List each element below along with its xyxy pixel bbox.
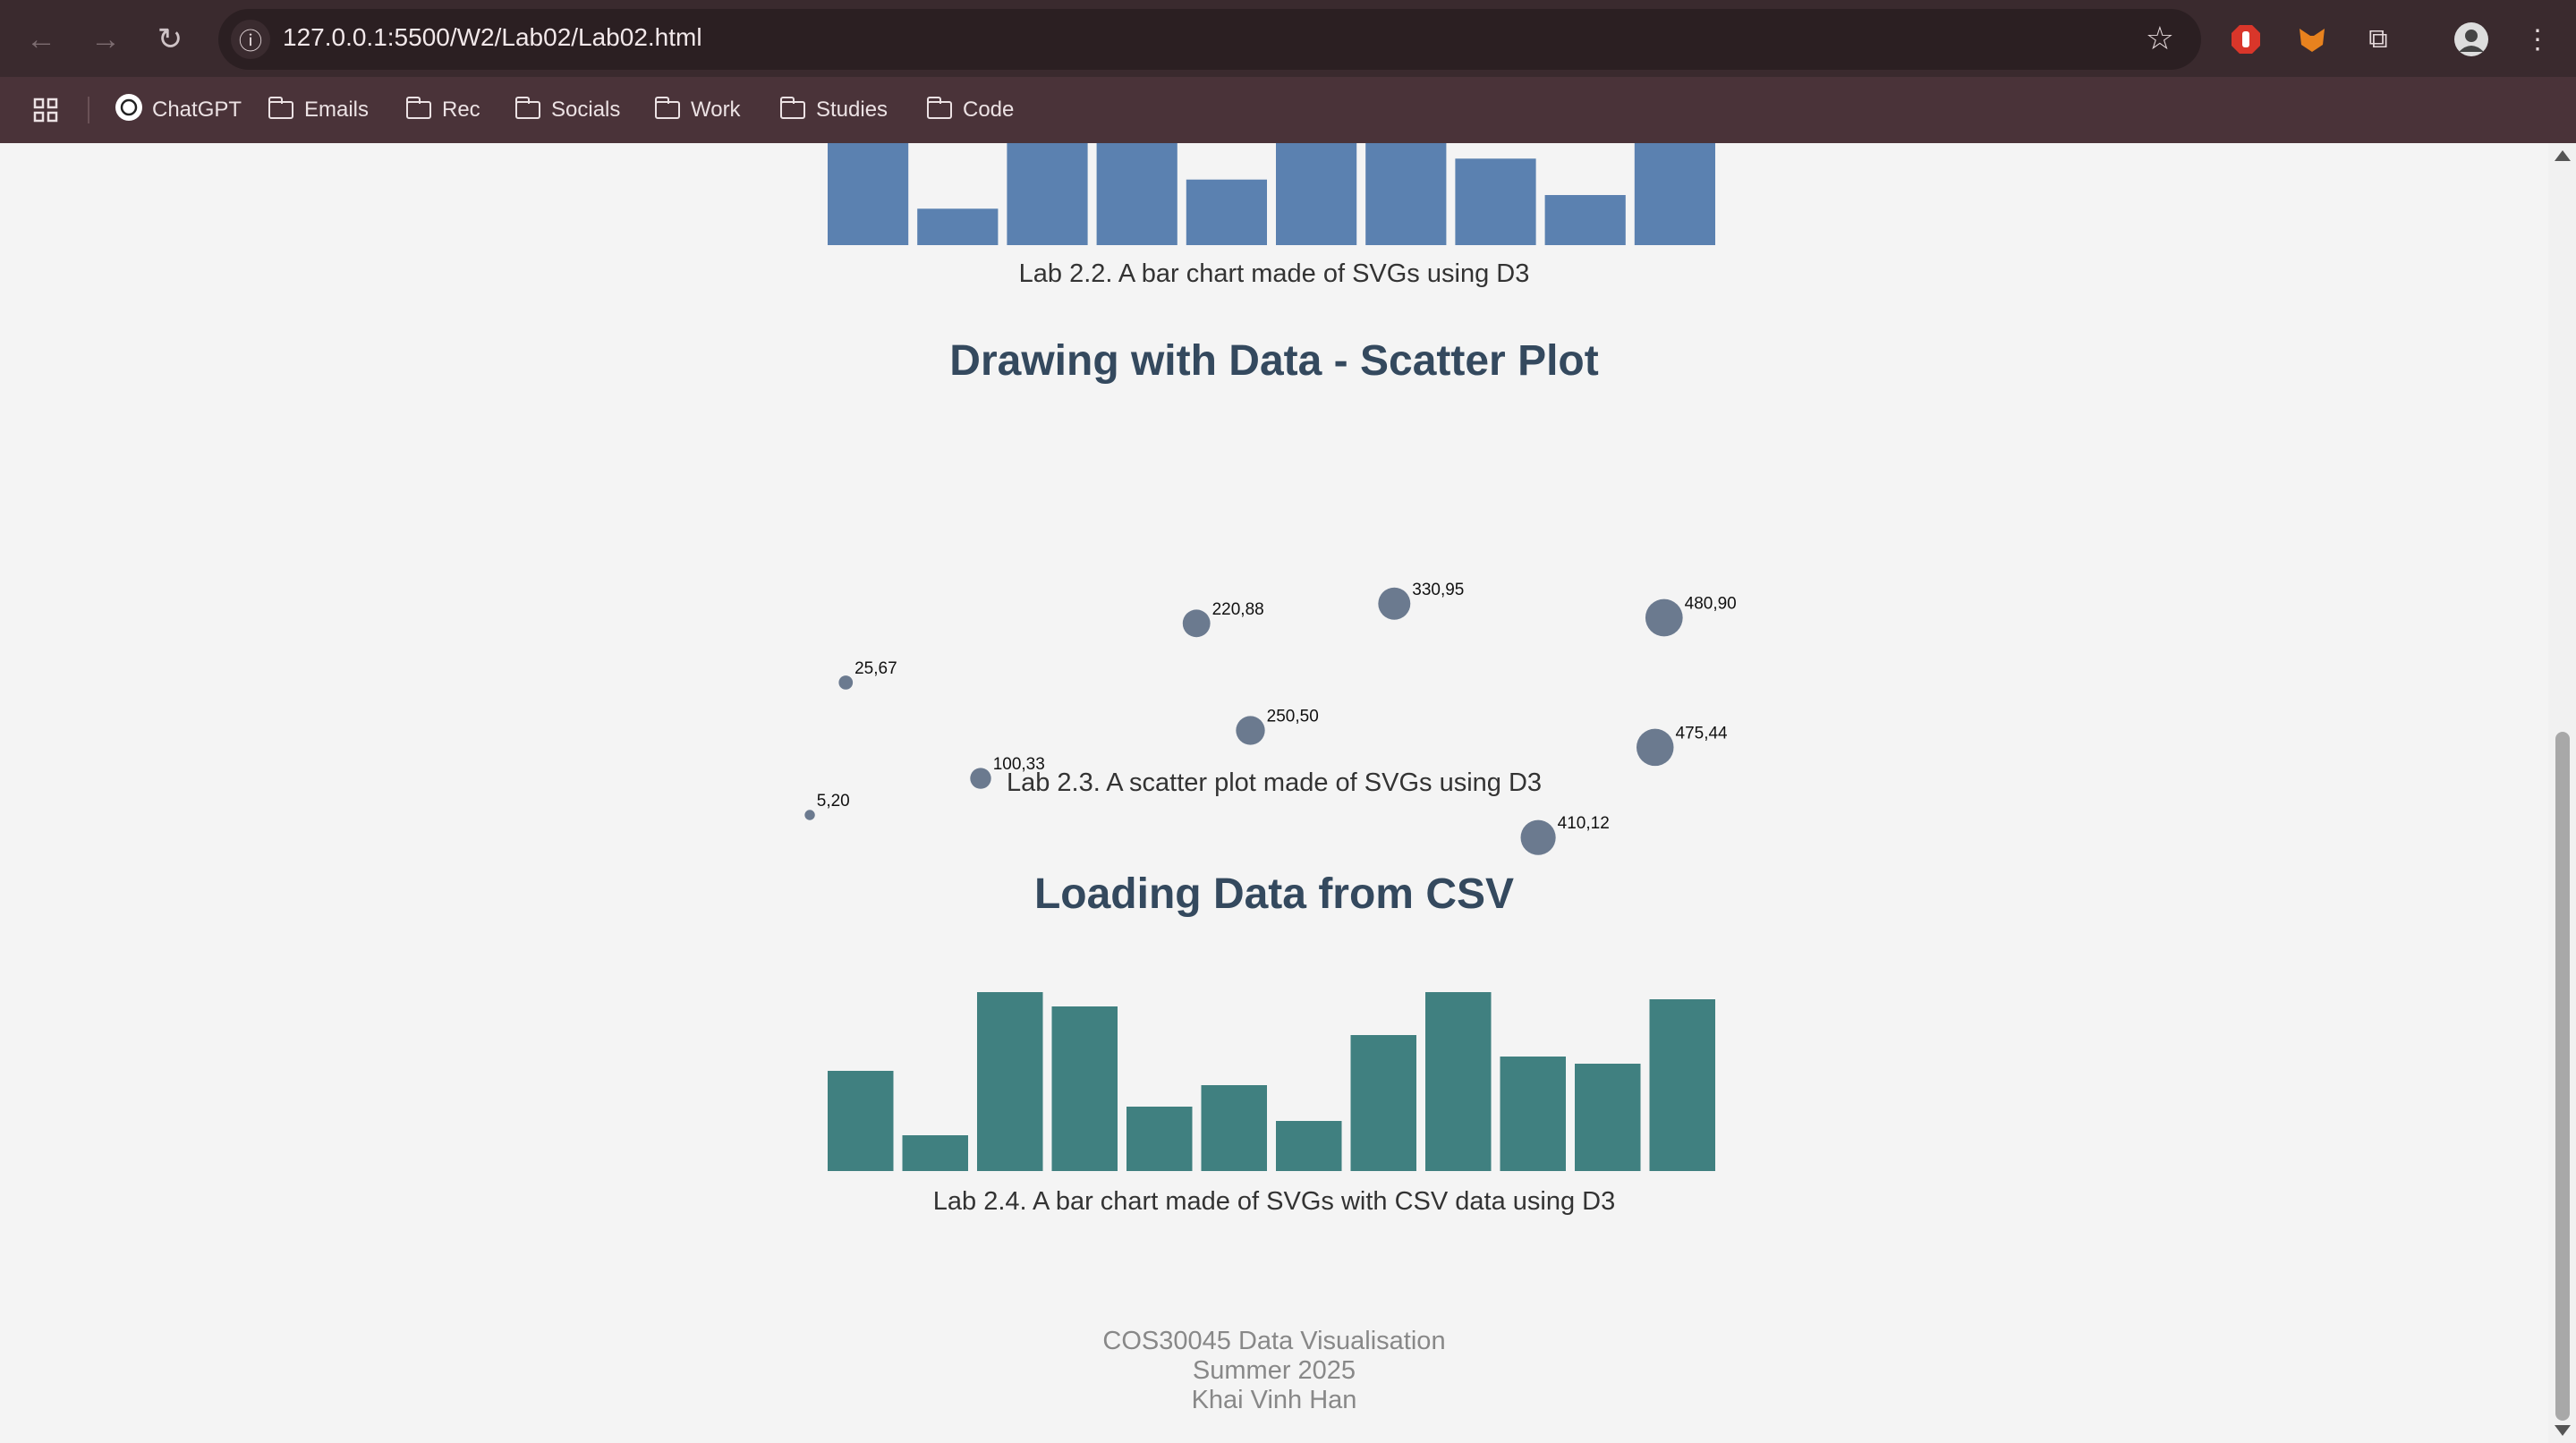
bookmark-chatgpt[interactable]: ChatGPT [115, 93, 242, 127]
bar-lab22 [828, 143, 909, 245]
heading-scatter-plot: Drawing with Data - Scatter Plot [949, 337, 1599, 385]
bar-lab22 [1455, 158, 1536, 245]
scatter-point [1182, 609, 1211, 638]
bar-lab24 [828, 1071, 894, 1171]
caption-lab23: Lab 2.3. A scatter plot made of SVGs usi… [1006, 768, 1543, 797]
scroll-down-arrow-icon[interactable] [2555, 1425, 2571, 1436]
scatter-point-label: 410,12 [1558, 814, 1610, 833]
folder-icon [514, 97, 540, 119]
scatter-point [838, 675, 854, 690]
footer-term: Summer 2025 [1192, 1356, 1356, 1385]
bookmark-work[interactable]: Work [654, 93, 741, 127]
bar-lab24 [1500, 1057, 1566, 1171]
scatter-point-label: 220,88 [1212, 600, 1264, 619]
bar-lab24 [1350, 1035, 1416, 1171]
footer-author: Khai Vinh Han [1191, 1386, 1357, 1414]
chatgpt-icon [115, 93, 143, 128]
bar-lab24 [1425, 992, 1492, 1171]
bar-lab22 [1186, 179, 1267, 245]
toolbar: ← → ↻ ⓘ 127.0.0.1:5500/W2/Lab02/Lab02.ht… [0, 0, 2576, 77]
back-icon[interactable]: ← [20, 18, 63, 61]
site-info-icon[interactable]: ⓘ [231, 20, 270, 59]
bookmark-code[interactable]: Code [926, 93, 1014, 127]
heading-loading-csv: Loading Data from CSV [1033, 870, 1515, 918]
reload-icon[interactable]: ↻ [149, 18, 191, 61]
metamask-extension-icon[interactable] [2291, 18, 2334, 61]
scatter-point-label: 250,50 [1267, 708, 1319, 726]
bar-lab24 [977, 992, 1043, 1171]
scatter-plot-lab23: 5,2025,67100,33220,88250,50330,95410,124… [804, 581, 1737, 855]
bookmark-socials[interactable]: Socials [514, 93, 620, 127]
bar-lab22 [1634, 143, 1715, 245]
bookmark-star-icon[interactable]: ☆ [2146, 20, 2174, 57]
bar-lab24 [1126, 1107, 1193, 1171]
bar-chart-lab24 [828, 992, 1715, 1171]
bar-lab24 [1276, 1121, 1342, 1171]
url-text[interactable]: 127.0.0.1:5500/W2/Lab02/Lab02.html [283, 23, 702, 52]
scatter-point [1645, 598, 1683, 637]
folder-icon [779, 97, 805, 119]
bar-lab22 [917, 208, 999, 245]
scatter-point [1636, 728, 1674, 767]
folder-icon [268, 97, 293, 119]
profile-avatar-icon[interactable] [2450, 18, 2493, 61]
bookmark-emails[interactable]: Emails [268, 93, 369, 127]
apps-grid-icon[interactable] [32, 93, 59, 127]
bar-lab22 [1365, 143, 1447, 245]
vertical-scrollbar[interactable] [2548, 143, 2576, 1443]
footer: COS30045 Data Visualisation Summer 2025 … [0, 1327, 2548, 1415]
scatter-point [1236, 716, 1265, 745]
bar-chart-lab22 [828, 143, 1715, 245]
scatter-point-label: 480,90 [1685, 595, 1737, 614]
scatter-point-label: 25,67 [854, 659, 897, 678]
forward-icon[interactable]: → [84, 18, 127, 61]
extensions-puzzle-icon[interactable]: ⧉ [2357, 18, 2400, 61]
menu-kebab-icon[interactable]: ⋮ [2516, 18, 2559, 61]
caption-lab22: Lab 2.2. A bar chart made of SVGs using … [1018, 259, 1530, 288]
bar-lab22 [1007, 143, 1088, 245]
adblock-extension-icon[interactable] [2224, 18, 2267, 61]
bar-lab24 [1201, 1085, 1267, 1171]
caption-lab24: Lab 2.4. A bar chart made of SVGs with C… [932, 1187, 1616, 1216]
folder-icon [926, 97, 952, 119]
bookmarks-divider [88, 97, 89, 123]
scatter-point-label: 330,95 [1412, 581, 1464, 599]
folder-icon [654, 97, 680, 119]
scrollbar-thumb[interactable] [2555, 732, 2570, 1421]
scatter-point [804, 810, 815, 820]
bar-lab24 [1575, 1064, 1641, 1171]
scatter-point [1378, 587, 1411, 620]
bar-lab22 [1544, 195, 1626, 245]
folder-icon [405, 97, 431, 119]
footer-course: COS30045 Data Visualisation [1102, 1327, 1446, 1355]
scatter-point-label: 475,44 [1676, 724, 1729, 743]
page-content: Lab 2.2. A bar chart made of SVGs using … [0, 143, 2548, 1443]
bar-lab24 [1051, 1006, 1118, 1171]
scatter-point [1520, 819, 1556, 855]
bar-lab22 [1096, 143, 1177, 245]
bookmark-rec[interactable]: Rec [405, 93, 480, 127]
bookmark-studies[interactable]: Studies [779, 93, 888, 127]
bookmarks-bar: ChatGPT Emails Rec Socials Work Studies … [0, 77, 2576, 143]
bar-lab24 [1649, 999, 1715, 1171]
address-bar[interactable]: ⓘ 127.0.0.1:5500/W2/Lab02/Lab02.html ☆ [218, 9, 2201, 70]
bar-lab22 [1276, 143, 1357, 245]
bar-lab24 [902, 1135, 968, 1171]
scroll-up-arrow-icon[interactable] [2555, 150, 2571, 161]
